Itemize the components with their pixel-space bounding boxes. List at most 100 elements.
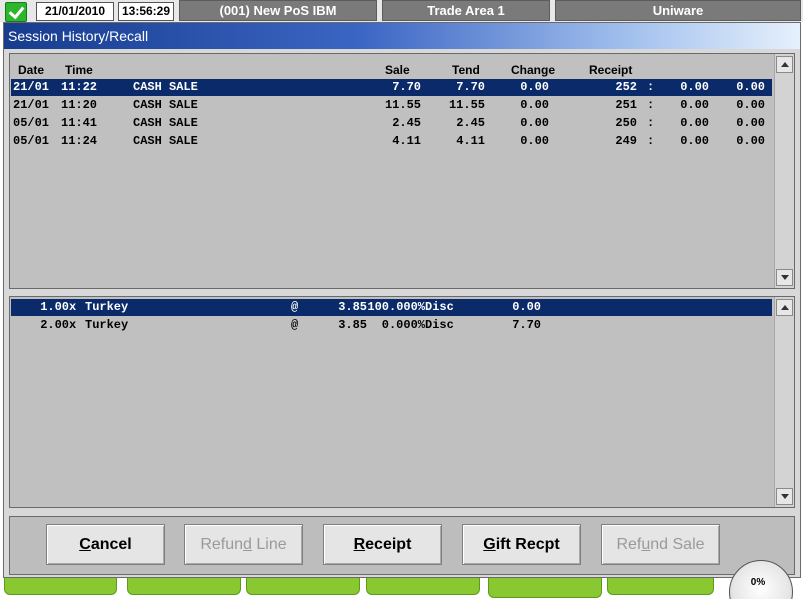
button-label: Refun xyxy=(200,536,244,553)
session-list[interactable]: Date Time Sale Tend Change Receipt 21/01… xyxy=(9,53,795,289)
column-header-date: Date xyxy=(18,63,45,77)
row-time: 11:22 xyxy=(61,80,98,94)
item-price: 3.85 xyxy=(338,318,367,332)
row-sale: 7.70 xyxy=(392,80,421,94)
current-time: 13:56:29 xyxy=(118,2,174,21)
row-receipt: 251 xyxy=(615,98,637,112)
row-change: 0.00 xyxy=(520,98,549,112)
row-sale: 11.55 xyxy=(384,98,421,112)
row-value-1: 0.00 xyxy=(680,134,709,148)
action-button-bar: Cancel Refund Line Receipt Gift Recpt Re… xyxy=(9,516,795,575)
session-row[interactable]: 05/01 11:41 CASH SALE 2.45 2.45 0.00 250… xyxy=(11,115,772,132)
row-sale: 4.11 xyxy=(392,134,421,148)
row-date: 05/01 xyxy=(13,116,50,130)
row-time: 11:20 xyxy=(61,98,98,112)
row-separator: : xyxy=(647,116,655,130)
row-date: 21/01 xyxy=(13,80,50,94)
dialog-title: Session History/Recall xyxy=(4,23,800,49)
session-row[interactable]: 05/01 11:24 CASH SALE 4.11 4.11 0.00 249… xyxy=(11,133,772,150)
check-icon xyxy=(5,2,27,22)
item-row[interactable]: 2.00 x Turkey @ 3.85 0.000% Disc 7.70 xyxy=(11,317,772,334)
scroll-up-arrow-icon[interactable] xyxy=(776,56,793,73)
row-separator: : xyxy=(647,80,655,94)
item-scrollbar[interactable] xyxy=(774,297,794,507)
item-amount: 0.00 xyxy=(512,300,541,314)
row-type: CASH SALE xyxy=(133,98,198,112)
column-header-tend: Tend xyxy=(452,63,480,77)
button-label: eceipt xyxy=(365,536,412,553)
item-discount: 100.000% xyxy=(367,300,425,314)
row-separator: : xyxy=(647,134,655,148)
refund-sale-button[interactable]: Refund Sale xyxy=(601,524,720,565)
row-type: CASH SALE xyxy=(133,116,198,130)
receipt-button[interactable]: Receipt xyxy=(323,524,442,565)
bottom-tab[interactable] xyxy=(488,578,602,598)
refund-line-button[interactable]: Refund Line xyxy=(184,524,303,565)
row-value-2: 0.00 xyxy=(736,80,765,94)
session-history-dialog: Session History/Recall Date Time Sale Te… xyxy=(3,22,801,578)
item-discount: 0.000% xyxy=(381,318,425,332)
row-separator: : xyxy=(647,98,655,112)
row-change: 0.00 xyxy=(520,80,549,94)
session-row[interactable]: 21/01 11:22 CASH SALE 7.70 7.70 0.00 252… xyxy=(11,79,772,96)
row-value-1: 0.00 xyxy=(680,116,709,130)
item-at: @ xyxy=(291,300,299,314)
trade-area-tab[interactable]: Trade Area 1 xyxy=(382,0,550,21)
terminal-tab[interactable]: (001) New PoS IBM xyxy=(179,0,377,21)
row-value-1: 0.00 xyxy=(680,98,709,112)
row-time: 11:24 xyxy=(61,134,98,148)
row-value-2: 0.00 xyxy=(736,134,765,148)
row-sale: 2.45 xyxy=(392,116,421,130)
button-label-hotkey: u xyxy=(641,536,651,553)
row-receipt: 250 xyxy=(615,116,637,130)
gauge-percent: 0% xyxy=(750,577,766,588)
row-change: 0.00 xyxy=(520,116,549,130)
top-status-bar: 21/01/2010 13:56:29 (001) New PoS IBM Tr… xyxy=(0,0,803,22)
bottom-tab[interactable] xyxy=(366,578,480,595)
item-at: @ xyxy=(291,318,299,332)
button-label: Ref xyxy=(616,536,642,553)
item-row[interactable]: 1.00 x Turkey @ 3.85 100.000% Disc 0.00 xyxy=(11,299,772,316)
bottom-tab[interactable] xyxy=(4,578,117,595)
column-header-time: Time xyxy=(65,63,93,77)
column-header-change: Change xyxy=(511,63,556,77)
session-row[interactable]: 21/01 11:20 CASH SALE 11.55 11.55 0.00 2… xyxy=(11,97,772,114)
row-type: CASH SALE xyxy=(133,134,198,148)
row-value-2: 0.00 xyxy=(736,116,765,130)
item-description: Turkey xyxy=(85,318,129,332)
row-type: CASH SALE xyxy=(133,80,198,94)
scroll-down-arrow-icon[interactable] xyxy=(776,488,793,505)
row-tend: 7.70 xyxy=(456,80,485,94)
item-quantity: 2.00 xyxy=(40,318,69,332)
row-tend: 2.45 xyxy=(456,116,485,130)
bottom-tab[interactable] xyxy=(127,578,241,595)
item-discount-label: Disc xyxy=(425,300,454,314)
button-label: Line xyxy=(251,536,287,553)
gift-receipt-button[interactable]: Gift Recpt xyxy=(462,524,581,565)
button-label: ift Recpt xyxy=(495,536,560,553)
column-header-receipt: Receipt xyxy=(589,63,633,77)
row-value-2: 0.00 xyxy=(736,98,765,112)
row-change: 0.00 xyxy=(520,134,549,148)
item-price: 3.85 xyxy=(338,300,367,314)
session-scrollbar[interactable] xyxy=(774,54,794,288)
item-discount-label: Disc xyxy=(425,318,454,332)
button-label: nd Sale xyxy=(650,536,705,553)
scroll-up-arrow-icon[interactable] xyxy=(776,299,793,316)
row-value-1: 0.00 xyxy=(680,80,709,94)
cancel-button[interactable]: Cancel xyxy=(46,524,165,565)
item-description: Turkey xyxy=(85,300,129,314)
bottom-tab[interactable] xyxy=(607,578,714,595)
row-receipt: 252 xyxy=(615,80,637,94)
button-label-hotkey: C xyxy=(79,536,91,553)
vendor-tab[interactable]: Uniware xyxy=(555,0,801,21)
current-date: 21/01/2010 xyxy=(36,2,114,21)
row-tend: 4.11 xyxy=(456,134,485,148)
scroll-down-arrow-icon[interactable] xyxy=(776,269,793,286)
button-label: ancel xyxy=(90,536,132,553)
item-line-list[interactable]: 1.00 x Turkey @ 3.85 100.000% Disc 0.00 … xyxy=(9,296,795,508)
row-time: 11:41 xyxy=(61,116,98,130)
bottom-tab[interactable] xyxy=(246,578,360,595)
item-amount: 7.70 xyxy=(512,318,541,332)
button-label-hotkey: R xyxy=(353,536,366,553)
